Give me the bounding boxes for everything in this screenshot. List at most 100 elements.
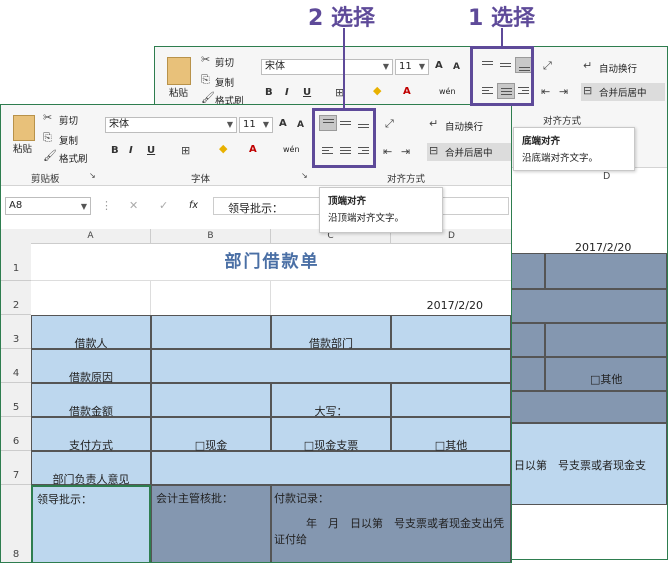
row-header-6[interactable]: 6	[1, 417, 31, 451]
reason-label-cell[interactable]: 借款原因	[31, 349, 151, 384]
cell-a2[interactable]	[31, 281, 151, 315]
tooltip-description: 沿底端对齐文字。	[522, 153, 599, 164]
font-color-button[interactable]: A	[249, 144, 257, 155]
back-decrease-font-button[interactable]: A	[453, 62, 460, 72]
font-name-value: 宋体	[109, 119, 129, 130]
reason-value-cell[interactable]	[151, 349, 511, 383]
clipboard-group-label: 剪贴板	[31, 174, 60, 185]
back-cell	[545, 323, 667, 357]
amount-label-cell[interactable]: 借款金额	[31, 383, 151, 418]
sheet-grid: A B C D 1 2 3 4 5 6 7 8 部门借款单 2017/2/20 …	[1, 229, 511, 562]
wrap-text-button[interactable]: 自动换行	[445, 119, 483, 133]
row-header-7[interactable]: 7	[1, 451, 31, 485]
format-painter-icon: 🖌	[201, 91, 215, 104]
date-value: 2017/2/20	[426, 299, 483, 312]
back-bold-button[interactable]: B	[265, 87, 273, 98]
row-header-2[interactable]: 2	[1, 281, 31, 315]
column-header-a[interactable]: A	[31, 229, 151, 243]
dialog-launcher-icon[interactable]: ↘	[301, 171, 308, 180]
chevron-down-icon: ▼	[226, 120, 233, 129]
pay-record-cell[interactable]: 付款记录： 年 月 日以第 号支票或者现金支出凭证付给	[271, 485, 511, 562]
capital-label-cell[interactable]: 大写：	[271, 383, 391, 418]
indent-decrease-icon[interactable]: ⇤	[541, 85, 550, 98]
border-icon[interactable]: ⊞	[181, 144, 190, 157]
cut-button[interactable]: 剪切	[215, 55, 234, 69]
back-wrap-text-button[interactable]: 自动换行	[599, 61, 637, 75]
fill-color-icon[interactable]: ◆	[373, 84, 381, 97]
back-cell	[511, 323, 545, 357]
accountant-cell[interactable]: 会计主管核批：	[151, 485, 271, 562]
chevron-down-icon: ▼	[418, 62, 425, 71]
dept-label-cell[interactable]: 借款部门	[271, 315, 391, 350]
back-underline-button[interactable]: U	[303, 87, 311, 98]
amount-value-cell[interactable]	[151, 383, 271, 417]
cancel-icon[interactable]: ✕	[129, 199, 138, 212]
paste-icon[interactable]	[167, 57, 191, 85]
dept-value-cell[interactable]	[391, 315, 511, 349]
borrower-label-cell[interactable]: 借款人	[31, 315, 151, 350]
row-header-8[interactable]: 8	[1, 485, 31, 562]
back-font-color-button[interactable]: A	[403, 86, 411, 97]
cash-cell[interactable]: □现金	[151, 417, 271, 452]
font-size-select[interactable]: 11 ▼	[239, 117, 273, 133]
column-header-b[interactable]: B	[151, 229, 271, 243]
name-box[interactable]: A8 ▼	[5, 197, 91, 215]
row-header-1[interactable]: 1	[1, 243, 31, 281]
format-painter-button[interactable]: 格式刷	[59, 151, 88, 165]
merge-center-button[interactable]: ⊟ 合并后居中	[427, 143, 511, 161]
fill-color-icon[interactable]: ◆	[219, 142, 227, 155]
copy-button[interactable]: 复制	[59, 133, 78, 147]
title-cell[interactable]: 部门借款单	[31, 243, 511, 281]
italic-button[interactable]: I	[129, 145, 133, 156]
cut-button[interactable]: 剪切	[59, 113, 78, 127]
step-1-annotation: 1 选择	[468, 6, 535, 31]
back-merge-center-button[interactable]: ⊟ 合并后居中	[581, 83, 665, 101]
check-cell[interactable]: □现金支票	[271, 417, 391, 452]
pay-method-label-cell[interactable]: 支付方式	[31, 417, 151, 452]
dialog-launcher-icon[interactable]: ↘	[89, 171, 96, 180]
orientation-icon[interactable]: ⤢	[543, 59, 552, 73]
date-cell[interactable]: 2017/2/20	[271, 281, 511, 315]
insert-function-button[interactable]: fx	[189, 200, 198, 211]
copy-button[interactable]: 复制	[215, 75, 234, 89]
leader-cell[interactable]: 领导批示：	[31, 485, 151, 562]
other-cell[interactable]: □其他	[391, 417, 511, 452]
orientation-icon[interactable]: ⤢	[385, 117, 394, 131]
enter-icon[interactable]: ✓	[159, 199, 168, 212]
font-group-label: 字体	[191, 174, 211, 185]
indent-increase-icon[interactable]: ⇥	[401, 145, 410, 158]
font-name-select[interactable]: 宋体 ▼	[105, 117, 237, 133]
back-font-size-select[interactable]: 11 ▼	[395, 59, 429, 75]
format-painter-icon: 🖌	[43, 149, 57, 162]
chevron-down-icon: ▼	[80, 202, 87, 211]
chevron-down-icon: ▼	[382, 62, 389, 71]
paste-icon[interactable]	[13, 115, 35, 141]
back-increase-font-button[interactable]: A	[435, 60, 443, 71]
bold-button[interactable]: B	[111, 145, 119, 156]
indent-increase-icon[interactable]: ⇥	[559, 85, 568, 98]
back-phonetic-button[interactable]: wén	[439, 87, 456, 96]
formula-content: 领导批示：	[228, 202, 283, 215]
borrower-value-cell[interactable]	[151, 315, 271, 349]
dept-head-value-cell[interactable]	[151, 451, 511, 485]
underline-button[interactable]: U	[147, 145, 155, 156]
dept-head-label-cell[interactable]: 部门负责人意见	[31, 451, 151, 486]
row-header-3[interactable]: 3	[1, 315, 31, 349]
more-icon: ⋮	[101, 199, 112, 212]
capital-value-cell[interactable]	[391, 383, 511, 417]
font-size-value: 11	[399, 61, 412, 72]
increase-font-button[interactable]: A	[279, 118, 287, 129]
decrease-font-button[interactable]: A	[297, 120, 304, 130]
phonetic-button[interactable]: wén	[283, 145, 300, 154]
back-italic-button[interactable]: I	[285, 87, 289, 98]
back-other-cell: □其他	[545, 357, 667, 391]
paste-button[interactable]: 粘贴	[169, 85, 188, 99]
back-other-label: □其他	[590, 373, 623, 386]
row-header-5[interactable]: 5	[1, 383, 31, 417]
paste-button[interactable]: 粘贴	[13, 141, 32, 155]
cell-b2[interactable]	[151, 281, 271, 315]
row-header-4[interactable]: 4	[1, 349, 31, 383]
tooltip-title: 顶端对齐	[328, 196, 367, 207]
back-font-name-select[interactable]: 宋体 ▼	[261, 59, 393, 75]
indent-decrease-icon[interactable]: ⇤	[383, 145, 392, 158]
